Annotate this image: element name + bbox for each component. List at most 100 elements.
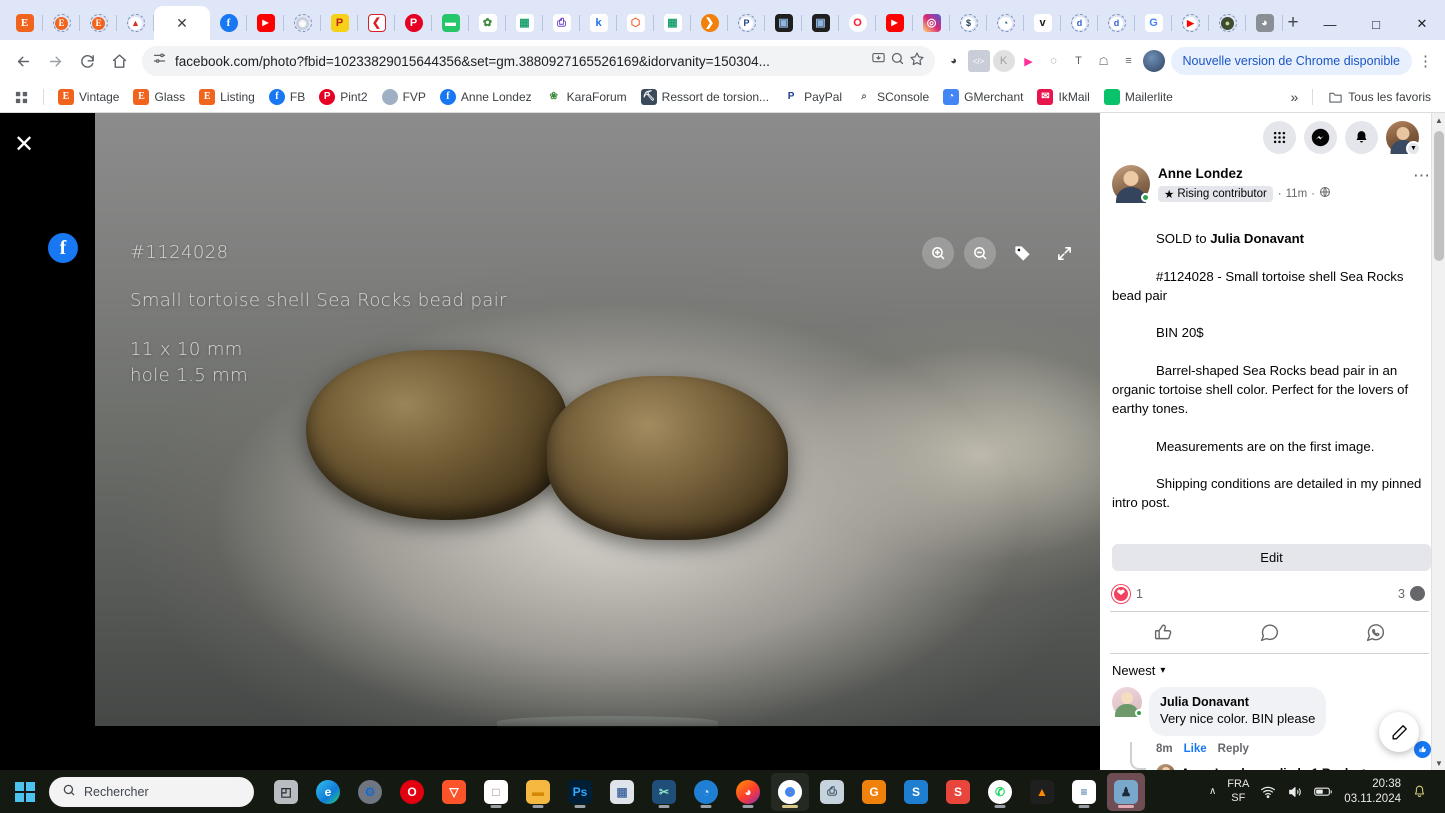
reaction-summary[interactable]: ❤ 1 [1112, 584, 1143, 603]
extension-dark-face[interactable]: ◕ [943, 50, 965, 72]
tab-d-ring-1[interactable]: d [1061, 6, 1098, 40]
timestamp-value[interactable]: 11m [1286, 188, 1308, 200]
kebab-menu-icon[interactable]: ⋮ [1414, 52, 1437, 70]
tab-dark-ring[interactable]: ● [1209, 6, 1246, 40]
facebook-logo[interactable]: f [48, 233, 78, 263]
reload-button[interactable] [72, 46, 102, 76]
close-photo-button[interactable]: ✕ [14, 133, 34, 157]
bookmark-anne-londez[interactable]: f Anne Londez [434, 86, 538, 108]
address-bar[interactable]: facebook.com/photo?fbid=1023382901564435… [142, 46, 935, 76]
taskbar-settings[interactable]: ⚙ [351, 773, 389, 811]
post-author-name[interactable]: Anne Londez [1158, 165, 1405, 183]
comment-sort-dropdown[interactable]: Newest ▾ [1108, 654, 1431, 684]
forward-button[interactable] [40, 46, 70, 76]
tab-globe[interactable]: ◉ [284, 6, 321, 40]
chrome-update-banner[interactable]: Nouvelle version de Chrome disponible [1170, 47, 1412, 75]
extension-cloud[interactable]: ◌ [1043, 50, 1065, 72]
taskbar-search-box[interactable]: Rechercher [49, 776, 254, 807]
bookmark-paypal[interactable]: P PayPal [777, 86, 848, 108]
scroll-up-button[interactable]: ▲ [1432, 113, 1445, 127]
tab-screen-2[interactable]: ▣ [802, 6, 839, 40]
taskbar-snagit[interactable]: S [939, 773, 977, 811]
taskbar-clock[interactable]: 20:38 03.11.2024 [1344, 777, 1401, 806]
comment-reply-button[interactable]: Reply [1218, 743, 1249, 755]
url-text[interactable]: facebook.com/photo?fbid=1023382901564435… [175, 54, 863, 69]
extension-profile[interactable]: ● [1142, 50, 1165, 72]
bookmark-fvp[interactable]: FVP [376, 86, 432, 108]
home-button[interactable] [104, 46, 134, 76]
photo-image[interactable] [95, 113, 1100, 770]
tab-youtube-3[interactable]: ▶ [1172, 6, 1209, 40]
tab-klarna[interactable]: k [580, 6, 617, 40]
share-whatsapp-button[interactable] [1323, 616, 1429, 649]
new-tab-button[interactable]: + [1279, 9, 1307, 37]
tab-earth[interactable]: ◕ [1246, 6, 1283, 40]
back-button[interactable] [8, 46, 38, 76]
taskbar-brave[interactable]: ▽ [435, 773, 473, 811]
windows-start-icon[interactable] [8, 775, 42, 809]
wifi-icon[interactable] [1260, 784, 1276, 800]
tab-youtube-2[interactable]: ▶ [876, 6, 913, 40]
zoom-in-icon[interactable] [922, 237, 954, 269]
close-window-button[interactable]: ✕ [1399, 8, 1445, 40]
compose-fab[interactable] [1379, 712, 1419, 752]
bookmarks-overflow-button[interactable]: » [1285, 86, 1305, 108]
notifications-bell-icon[interactable] [1345, 120, 1378, 154]
like-button[interactable] [1110, 616, 1216, 649]
taskbar-file-explorer[interactable]: ▬ [519, 773, 557, 811]
tab-orange-arrow[interactable]: ❯ [691, 6, 728, 40]
comment-reply-summary[interactable]: Anne Londez replied · 1 Reply 1m [1108, 741, 1431, 770]
tab-kara[interactable]: ❮ [358, 6, 395, 40]
tab-kaka[interactable]: ✿ [469, 6, 506, 40]
scroll-thumb[interactable] [1434, 131, 1444, 261]
tune-icon[interactable] [152, 51, 167, 71]
taskbar-task-view[interactable]: ◰ [267, 773, 305, 811]
tab-facebook[interactable]: f [210, 6, 247, 40]
tab-opera[interactable]: O [839, 6, 876, 40]
tab-money[interactable]: $ [950, 6, 987, 40]
taskbar-snipping-tool[interactable]: ✂ [645, 773, 683, 811]
taskbar-chrome[interactable] [771, 772, 809, 811]
extension-k[interactable]: K [992, 50, 1015, 72]
comment-avatar[interactable] [1112, 686, 1143, 717]
bookmark-ressort[interactable]: ⛏ Ressort de torsion... [635, 86, 775, 108]
post-author-avatar[interactable] [1112, 165, 1150, 203]
language-indicator[interactable]: FRA SF [1227, 778, 1249, 804]
taskbar-snagit-editor[interactable]: S [897, 773, 935, 811]
tab-close-button[interactable]: ✕ [176, 16, 188, 30]
more-options-icon[interactable]: ⋯ [1413, 165, 1431, 203]
battery-icon[interactable] [1314, 785, 1333, 798]
taskbar-whatsapp[interactable]: ✆ [981, 773, 1019, 811]
taskbar-firefox[interactable]: ◕ [729, 773, 767, 811]
tab-google[interactable]: G [1135, 6, 1172, 40]
taskbar-libreoffice[interactable]: □ [477, 773, 515, 811]
taskbar-opera[interactable]: O [393, 773, 431, 811]
taskbar-reader[interactable]: ♟ [1107, 772, 1145, 811]
comment-summary[interactable]: 3 [1398, 586, 1425, 602]
comment-author[interactable]: Julia Donavant [1160, 694, 1315, 710]
bookmark-glass[interactable]: E Glass [127, 86, 191, 108]
extension-list[interactable]: ≡ [1118, 50, 1140, 72]
apps-grid-icon[interactable] [8, 87, 35, 108]
bookmark-pint2[interactable]: P Pint2 [313, 86, 373, 108]
tab-bird[interactable]: ᴠ [1024, 6, 1061, 40]
tab-pinterest[interactable]: P [395, 6, 432, 40]
minimize-button[interactable]: — [1307, 8, 1353, 40]
tab-photos[interactable]: ▲ [117, 6, 154, 40]
volume-icon[interactable] [1287, 784, 1303, 800]
tab-youtube[interactable]: ▶ [247, 6, 284, 40]
tab-screen-1[interactable]: ▣ [765, 6, 802, 40]
taskbar-edge[interactable]: e [309, 773, 347, 811]
tab-d-ring-2[interactable]: d [1098, 6, 1135, 40]
tab-etsy-3[interactable]: E [80, 6, 117, 40]
star-icon[interactable] [909, 51, 925, 72]
bookmark-fb[interactable]: f FB [263, 86, 311, 108]
messenger-icon[interactable] [1304, 120, 1337, 154]
taskbar-thunderbird[interactable]: ◔ [687, 773, 725, 811]
install-icon[interactable] [871, 51, 886, 71]
post-line-buyer-name[interactable]: Julia Donavant [1210, 231, 1304, 246]
comment-button[interactable] [1216, 616, 1322, 649]
search-icon[interactable] [890, 51, 905, 71]
tab-paypal[interactable]: P [728, 6, 765, 40]
expand-icon[interactable] [1048, 237, 1080, 269]
